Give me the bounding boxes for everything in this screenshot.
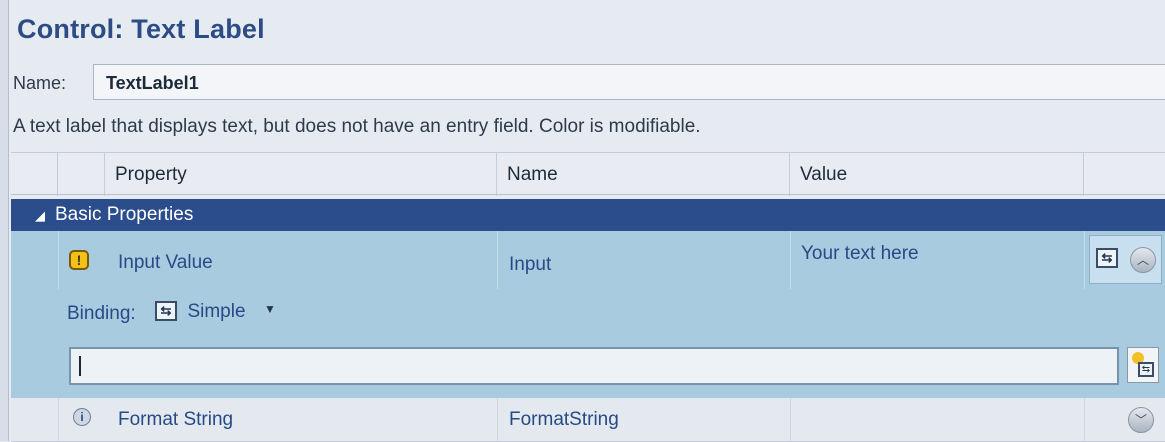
control-description: A text label that displays text, but doe… [13,116,701,137]
collapse-row-button[interactable]: ︿ [1130,247,1156,273]
binding-label: Binding: [67,303,136,324]
expression-editor-button[interactable]: ⇆ [1127,347,1159,383]
grid-header-row: Property Name Value [11,152,1165,196]
group-label: Basic Properties [55,204,194,225]
divider [1084,398,1085,441]
divider [790,398,791,441]
column-header-name-label: Name [507,164,558,185]
format-string-row[interactable]: i Format String FormatString ﹀ [11,398,1165,442]
input-value-row[interactable]: ! Input Value Input Your text here ⇆ ︿ [11,231,1165,289]
column-header-property-label: Property [115,164,187,185]
column-header-property[interactable]: Property [105,153,497,196]
left-edge [0,0,8,441]
divider [1084,231,1085,289]
collapse-triangle-icon[interactable]: ◢ [35,208,45,224]
column-header-name[interactable]: Name [497,153,790,196]
binding-mode-value: Simple [187,301,246,322]
binding-toggle-icon[interactable]: ⇆ [1096,248,1118,268]
header-expander-cell [11,153,58,196]
property-grid: Property Name Value ◢ Basic Properties ! [11,152,1165,442]
name-cell: Input [509,254,552,275]
column-header-value[interactable]: Value [790,153,1084,196]
divider [58,231,59,289]
binding-expression-input[interactable] [69,347,1119,385]
panel-title: Control: Text Label [17,14,265,44]
property-cell: Format String [118,409,234,430]
name-row: Name: TextLabel1 [9,64,1165,106]
chevron-down-icon: ▼ [263,302,276,316]
group-basic-properties[interactable]: ◢ Basic Properties [11,199,1165,231]
binding-mode-dropdown[interactable]: ⇆ Simple ▼ [155,301,276,323]
property-cell: Input Value [118,252,213,273]
property-panel: Control: Text Label Name: TextLabel1 A t… [8,0,1165,442]
binding-row: Binding: ⇆ Simple ▼ [11,289,1165,347]
value-cell[interactable]: Your text here [801,243,919,265]
row-action-buttons: ⇆ ︿ [1089,235,1162,284]
simple-binding-icon: ⇆ [155,301,177,321]
text-caret [79,356,81,376]
divider [790,231,791,289]
divider [497,398,498,441]
header-actions-cell [1084,153,1165,196]
divider [497,231,498,289]
header-icon-cell [58,153,105,196]
column-header-value-label: Value [800,164,848,185]
name-cell: FormatString [509,409,619,430]
name-label: Name: [13,73,67,93]
binding-icon: ⇆ [1138,362,1154,377]
selected-property-row[interactable]: ! Input Value Input Your text here ⇆ ︿ B… [11,231,1165,398]
info-icon: i [73,408,91,426]
warning-icon: ! [69,250,89,270]
name-field[interactable]: TextLabel1 [93,64,1165,100]
expand-row-button[interactable]: ﹀ [1128,407,1154,433]
divider [58,398,59,441]
